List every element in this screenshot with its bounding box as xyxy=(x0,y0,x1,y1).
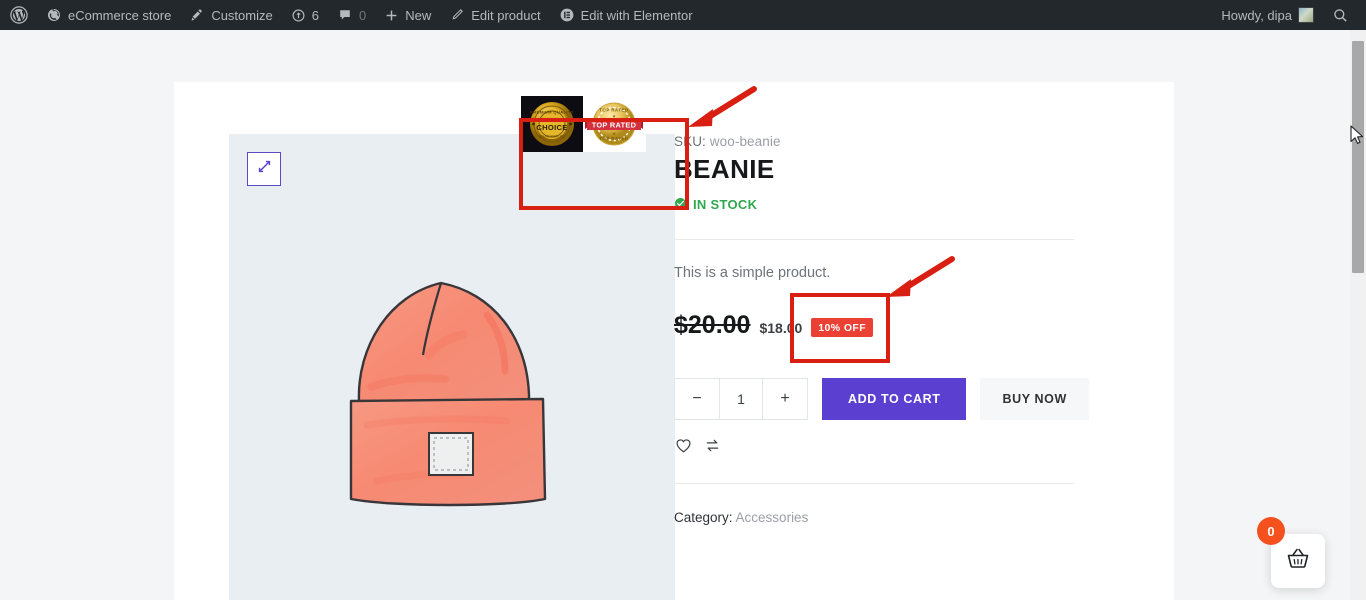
shopping-basket-icon xyxy=(1285,546,1311,577)
edit-elementor-label: Edit with Elementor xyxy=(580,7,693,23)
quantity-increase-button[interactable]: + xyxy=(763,378,807,419)
scrollbar-thumb[interactable] xyxy=(1352,41,1364,273)
new-label: New xyxy=(405,7,432,23)
status-badge: IN STOCK xyxy=(674,197,1094,213)
quantity-stepper[interactable]: − 1 + xyxy=(674,377,808,420)
vertical-scrollbar[interactable] xyxy=(1350,30,1366,600)
comments-count: 0 xyxy=(358,7,367,23)
compare-arrows-icon[interactable] xyxy=(703,436,722,455)
edit-product-label: Edit product xyxy=(471,7,541,23)
add-to-cart-button[interactable]: ADD TO CART xyxy=(822,377,967,420)
search-icon xyxy=(1332,7,1349,24)
avatar xyxy=(1298,7,1314,23)
edit-product-button[interactable]: Edit product xyxy=(440,0,549,30)
edit-with-elementor-button[interactable]: Edit with Elementor xyxy=(550,0,702,30)
dashboard-home-icon xyxy=(46,7,62,23)
pencil-icon xyxy=(449,7,465,23)
wordpress-logo-icon xyxy=(10,6,28,24)
svg-text:TOP RATED: TOP RATED xyxy=(599,108,628,113)
wordpress-logo-button[interactable] xyxy=(0,0,37,30)
badges-highlight-arrow xyxy=(682,82,762,137)
admin-search-button[interactable] xyxy=(1323,0,1358,30)
product-actions xyxy=(674,436,1094,455)
howdy-user-menu[interactable]: Howdy, dipa xyxy=(1212,0,1323,30)
divider-above-category xyxy=(674,482,1074,484)
heart-icon[interactable] xyxy=(674,436,693,455)
svg-text:PREMIUM QUALITY: PREMIUM QUALITY xyxy=(530,110,574,115)
add-to-cart-row: − 1 + ADD TO CART BUY NOW xyxy=(674,377,1094,420)
customize-label: Customize xyxy=(211,7,273,23)
cart-count-badge: 0 xyxy=(1257,517,1285,545)
comments-button[interactable]: 0 xyxy=(328,0,375,30)
quantity-decrease-button[interactable]: − xyxy=(675,378,719,419)
floating-cart-button[interactable]: 0 xyxy=(1257,517,1325,588)
quantity-value[interactable]: 1 xyxy=(719,378,763,419)
wp-admin-bar: eCommerce store Customize 6 0 New Edit p… xyxy=(0,0,1366,30)
price-regular: $20.00 xyxy=(674,310,751,339)
stock-status-label: IN STOCK xyxy=(693,197,758,213)
updates-icon xyxy=(291,8,306,23)
discount-highlight-box xyxy=(790,293,890,363)
sidebar-item-site-name[interactable]: eCommerce store xyxy=(37,0,180,30)
admin-bar-right-group: Howdy, dipa xyxy=(1212,0,1366,30)
customize-button[interactable]: Customize xyxy=(180,0,281,30)
buy-now-button[interactable]: BUY NOW xyxy=(980,377,1089,420)
admin-bar-left-group: eCommerce store Customize 6 0 New Edit p… xyxy=(0,0,702,30)
updates-button[interactable]: 6 xyxy=(282,0,328,30)
category-link[interactable]: Accessories xyxy=(736,510,809,525)
mouse-cursor xyxy=(1350,125,1364,150)
plus-icon xyxy=(384,8,399,23)
updates-count: 6 xyxy=(311,7,319,23)
comment-bubble-icon xyxy=(337,7,353,23)
new-content-button[interactable]: New xyxy=(375,0,440,30)
discount-highlight-arrow xyxy=(880,252,960,307)
divider-above-description xyxy=(674,238,1074,240)
product-category: Category: Accessories xyxy=(674,510,1094,525)
howdy-label: Howdy, dipa xyxy=(1221,7,1292,23)
paintbrush-icon xyxy=(189,7,205,23)
elementor-icon xyxy=(559,7,575,23)
page-title: BEANIE xyxy=(674,154,775,184)
category-label: Category: xyxy=(674,509,733,525)
site-name-label: eCommerce store xyxy=(68,7,172,23)
page-viewport: SKU: woo-beanie BEANIE IN STOCK This is … xyxy=(0,30,1350,600)
badges-highlight-box xyxy=(519,118,689,210)
